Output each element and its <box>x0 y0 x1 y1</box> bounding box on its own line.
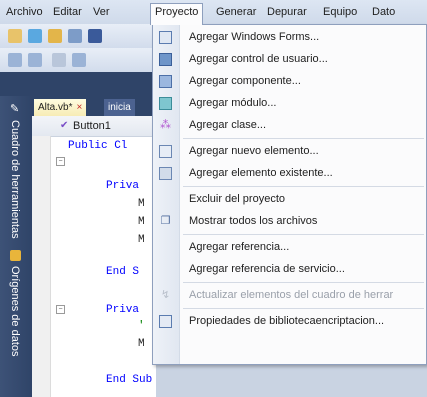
save-all-icon[interactable] <box>88 29 102 43</box>
code-line: M <box>138 216 145 228</box>
menu-item-label: Actualizar elementos del cuadro de herra… <box>189 289 394 301</box>
pin-icon[interactable]: ✎ <box>10 102 19 115</box>
menu-item-label: Excluir del proyecto <box>189 193 285 205</box>
menu-item-agregar-clase[interactable]: ⁂ Agregar clase... <box>153 115 426 136</box>
module-icon <box>159 97 172 110</box>
code-line: M <box>138 198 145 210</box>
collapse-icon[interactable]: − <box>56 305 65 314</box>
menu-item-label: Agregar nuevo elemento... <box>189 145 319 157</box>
code-line: End S <box>106 266 140 278</box>
menu-separator <box>183 282 424 283</box>
member-navigation-bar: ✔ Button1 <box>32 116 156 137</box>
menu-item-excluir-del-proyecto[interactable]: Excluir del proyecto <box>153 189 426 210</box>
code-line: Priva <box>106 304 140 316</box>
menu-item-label: Propiedades de bibliotecaencriptacion... <box>189 315 385 327</box>
menu-item-label: Agregar Windows Forms... <box>189 31 320 43</box>
menu-ver[interactable]: Ver <box>89 4 114 20</box>
code-line: ' <box>138 320 145 332</box>
existing-item-icon <box>159 167 172 180</box>
datasources-tab[interactable]: Orígenes de datos <box>9 266 21 357</box>
datasources-icon <box>10 250 21 261</box>
menu-separator <box>183 186 424 187</box>
proyecto-menu: Agregar Windows Forms... Agregar control… <box>152 24 427 365</box>
menu-item-label: Agregar control de usuario... <box>189 53 328 65</box>
menu-item-agregar-elemento-existente[interactable]: Agregar elemento existente... <box>153 163 426 184</box>
menu-item-agregar-componente[interactable]: Agregar componente... <box>153 71 426 92</box>
format-icon[interactable] <box>8 53 22 67</box>
editor-margin <box>32 136 51 397</box>
menu-item-label: Mostrar todos los archivos <box>189 215 318 227</box>
new-project-icon[interactable] <box>8 29 22 43</box>
menu-item-label: Agregar referencia... <box>189 241 290 253</box>
component-icon <box>159 75 172 88</box>
method-icon: ✔ <box>60 120 69 131</box>
text-editor-toolbar <box>0 48 160 73</box>
tab-inicio[interactable]: inicia <box>104 99 135 116</box>
new-item-icon <box>159 145 172 158</box>
menu-editar[interactable]: Editar <box>49 4 86 20</box>
properties-icon <box>159 315 172 328</box>
class-icon: ⁂ <box>160 119 171 131</box>
member-dropdown[interactable]: Button1 <box>73 120 111 132</box>
code-line: Priva <box>106 180 140 192</box>
close-icon[interactable]: × <box>76 102 82 113</box>
menu-item-label: Agregar clase... <box>189 119 267 131</box>
menu-separator <box>183 234 424 235</box>
toolbox-tab[interactable]: Cuadro de herramientas <box>9 120 21 239</box>
indent-icon[interactable] <box>28 53 42 67</box>
code-line: End Sub <box>106 374 153 386</box>
menu-depurar[interactable]: Depurar <box>263 4 311 20</box>
menu-item-label: Agregar módulo... <box>189 97 277 109</box>
side-panel-dock: ✎ Cuadro de herramientas Orígenes de dat… <box>0 96 32 397</box>
code-line: M <box>138 338 145 350</box>
save-icon[interactable] <box>68 29 82 43</box>
toolbar-spacer <box>0 72 160 96</box>
user-control-icon <box>159 53 172 66</box>
open-file-icon[interactable] <box>48 29 62 43</box>
tab-alta-vb[interactable]: Alta.vb* × <box>34 99 87 116</box>
windows-form-icon <box>159 31 172 44</box>
code-line: Public Cl <box>68 140 128 152</box>
show-all-files-icon: ❐ <box>160 215 171 227</box>
menu-item-agregar-modulo[interactable]: Agregar módulo... <box>153 93 426 114</box>
collapse-icon[interactable]: − <box>56 157 65 166</box>
menu-generar[interactable]: Generar <box>212 4 260 20</box>
add-item-icon[interactable] <box>28 29 42 43</box>
menu-separator <box>183 308 424 309</box>
menu-archivo[interactable]: Archivo <box>2 4 47 20</box>
menu-item-propiedades[interactable]: Propiedades de bibliotecaencriptacion... <box>153 311 426 332</box>
menu-equipo[interactable]: Equipo <box>319 4 361 20</box>
document-tabs: Alta.vb* × inicia <box>32 96 162 116</box>
find-icon[interactable] <box>72 53 86 67</box>
menu-item-agregar-windows-forms[interactable]: Agregar Windows Forms... <box>153 27 426 48</box>
menu-item-mostrar-todos-los-archivos[interactable]: ❐ Mostrar todos los archivos <box>153 211 426 232</box>
menu-item-agregar-nuevo-elemento[interactable]: Agregar nuevo elemento... <box>153 141 426 162</box>
menu-separator <box>183 138 424 139</box>
menu-item-agregar-control-usuario[interactable]: Agregar control de usuario... <box>153 49 426 70</box>
menu-item-label: Agregar componente... <box>189 75 301 87</box>
menu-item-actualizar-elementos-cuadro: ↯ Actualizar elementos del cuadro de her… <box>153 285 426 306</box>
code-editor[interactable]: ✔ Button1 − − Public Cl Priva M M M End … <box>32 116 156 397</box>
menu-item-label: Agregar referencia de servicio... <box>189 263 345 275</box>
menu-item-agregar-referencia[interactable]: Agregar referencia... <box>153 237 426 258</box>
menu-bar: Archivo Editar Ver Proyecto Generar Depu… <box>0 0 427 25</box>
menu-proyecto[interactable]: Proyecto <box>150 3 204 25</box>
menu-item-label: Agregar elemento existente... <box>189 167 333 179</box>
tab-label: Alta.vb* <box>38 102 73 113</box>
standard-toolbar <box>0 24 160 49</box>
refresh-toolbox-icon: ↯ <box>160 289 171 301</box>
comment-icon[interactable] <box>52 53 66 67</box>
menu-item-agregar-referencia-servicio[interactable]: Agregar referencia de servicio... <box>153 259 426 280</box>
code-line: M <box>138 234 145 246</box>
menu-datos[interactable]: Dato <box>368 4 399 20</box>
